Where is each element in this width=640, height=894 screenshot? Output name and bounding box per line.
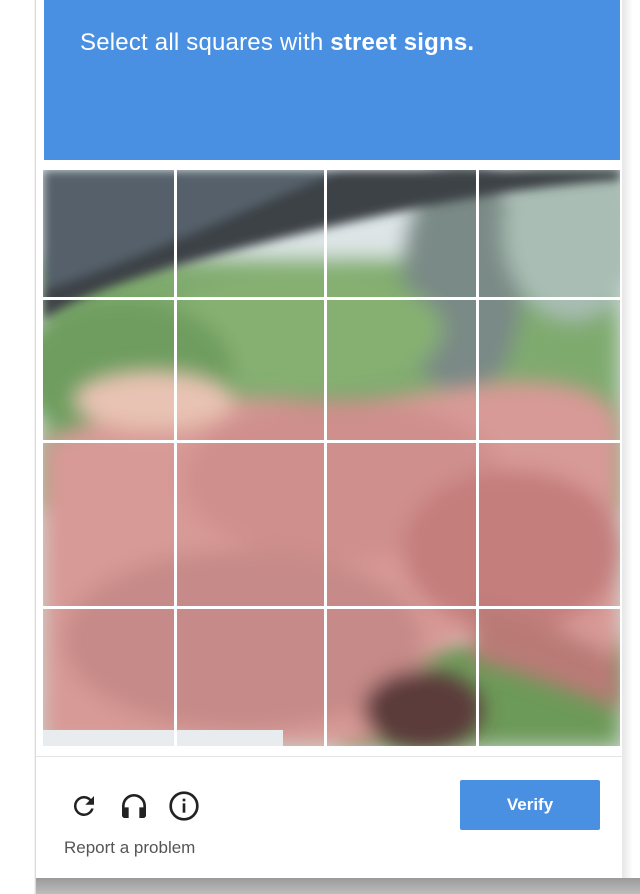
grid-tile[interactable] [479,170,620,300]
verify-button[interactable]: Verify [460,780,600,830]
footer-divider [36,756,622,757]
grid-tile[interactable] [479,609,620,746]
image-grid [43,170,620,746]
challenge-header: Select all squares with street signs. [44,0,620,160]
grid-tile[interactable] [43,443,177,609]
tile-grid [43,170,620,746]
grid-tile[interactable] [43,170,177,300]
grid-tile[interactable] [327,443,479,609]
window-right-edge [622,0,640,894]
captcha-challenge: Select all squares with street signs. Ve… [36,0,622,878]
info-icon[interactable] [166,788,202,824]
footer-controls [66,786,202,826]
report-problem-link[interactable]: Report a problem [64,838,195,858]
grid-tile[interactable] [479,443,620,609]
window-bottom-edge [36,878,640,894]
grid-tile[interactable] [177,609,327,746]
window-left-edge [0,0,40,894]
grid-tile[interactable] [327,300,479,443]
reload-icon[interactable] [66,788,102,824]
grid-tile[interactable] [327,609,479,746]
grid-tile[interactable] [43,300,177,443]
headphones-icon[interactable] [116,788,152,824]
prompt-prefix: Select all squares with [80,29,324,56]
grid-tile[interactable] [177,170,327,300]
challenge-prompt: Select all squares with street signs. [80,28,600,58]
prompt-target: street signs. [330,29,475,56]
grid-tile[interactable] [327,170,479,300]
grid-tile[interactable] [479,300,620,443]
grid-tile[interactable] [177,443,327,609]
grid-tile[interactable] [43,609,177,746]
grid-tile[interactable] [177,300,327,443]
